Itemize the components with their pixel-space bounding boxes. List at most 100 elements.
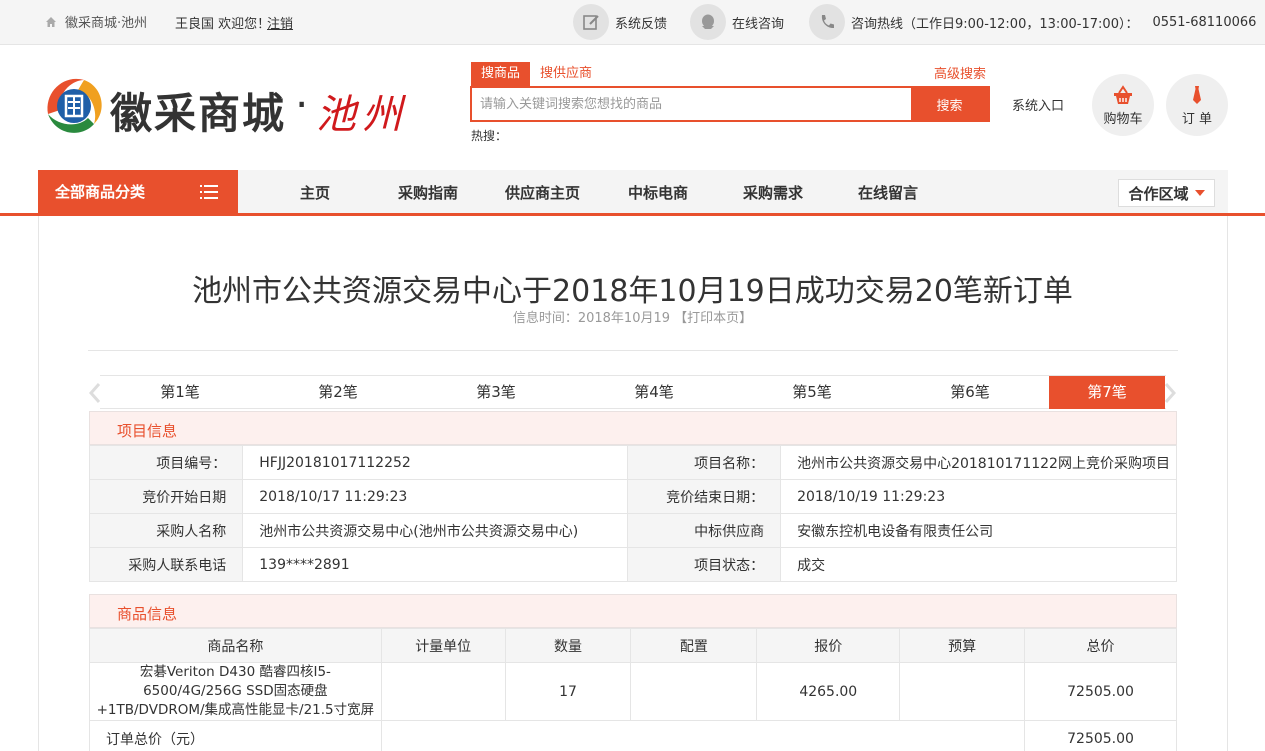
feedback-link[interactable]: 系统反馈 — [573, 4, 667, 40]
site-logo[interactable]: 徽采商城 · 池州 — [38, 70, 408, 140]
hotline: 咨询热线（工作日9:00-12:00，13:00-17:00）： 0551-68… — [809, 4, 1256, 40]
nav-home[interactable]: 主页 — [300, 182, 330, 203]
bid-end-label: 竞价结束日期： — [626, 479, 782, 514]
article-meta: 信息时间：2018年10月19 【打印本页】 — [512, 311, 753, 326]
order-total-label: 订单总价（元） — [89, 720, 382, 751]
chevron-right-icon[interactable] — [1163, 382, 1177, 404]
order-tab-2[interactable]: 第2笔 — [280, 376, 396, 409]
quantity-cell: 17 — [504, 662, 632, 721]
goods-name-cell: 宏碁Veriton D430 酷睿四核I5-6500/4G/256G SSD固态… — [89, 662, 382, 721]
order-tab-7[interactable]: 第7笔 — [1049, 376, 1165, 409]
project-name-value: 池州市公共资源交易中心201810171122网上竞价采购项目 — [780, 445, 1177, 480]
online-consult-label: 在线咨询 — [732, 16, 785, 32]
menu-icon — [200, 185, 218, 199]
nav-purchase-demand[interactable]: 采购需求 — [743, 182, 803, 203]
home-label: 徽采商城·池州 — [65, 16, 148, 31]
project-name-label: 项目名称： — [626, 445, 782, 480]
top-bar: 徽采商城·池州 王良国 欢迎您！ 注销 系统反馈 在线咨询 咨询热线（工作日9:… — [0, 0, 1265, 45]
purchaser-name-value: 池州市公共资源交易中心(池州市公共资源交易中心) — [242, 513, 628, 548]
table-row: 采购人联系电话 139****2891 项目状态： 成交 — [88, 547, 1177, 582]
search-tabs: 搜商品 搜供应商 — [471, 62, 602, 86]
order-total-value: 72505.00 — [1024, 720, 1177, 751]
nav-supplier-home[interactable]: 供应商主页 — [505, 182, 580, 203]
order-button[interactable]: 订 单 — [1166, 74, 1228, 136]
order-tab-1[interactable]: 第1笔 — [122, 376, 238, 409]
cart-button[interactable]: 购物车 — [1092, 74, 1154, 136]
purchaser-name-label: 采购人名称 — [88, 513, 244, 548]
system-entry-link[interactable]: 系统入口 — [1012, 95, 1064, 114]
tie-icon — [1193, 85, 1201, 104]
purchaser-phone-label: 采购人联系电话 — [88, 547, 244, 582]
unit-cell — [380, 662, 506, 721]
logout-link[interactable]: 注销 — [267, 13, 293, 32]
winning-supplier-value: 安徽东控机电设备有限责任公司 — [780, 513, 1177, 548]
project-info-title: 项目信息 — [117, 422, 178, 440]
goods-info-title: 商品信息 — [117, 605, 178, 623]
project-status-label: 项目状态： — [626, 547, 782, 582]
logo-text: 徽采商城 — [110, 89, 287, 138]
nav-background — [238, 170, 1228, 213]
bid-end-value: 2018/10/19 11:29:23 — [780, 479, 1177, 514]
price-cell: 4265.00 — [756, 662, 901, 721]
table-header-row: 商品名称 计量单位 数量 配置 报价 预算 总价 — [89, 628, 1177, 663]
hotline-label: 咨询热线（工作日9:00-12:00，13:00-17:00）： — [851, 16, 1139, 32]
bid-start-value: 2018/10/17 11:29:23 — [242, 479, 628, 514]
caret-down-icon — [1194, 190, 1205, 196]
winning-supplier-label: 中标供应商 — [626, 513, 782, 548]
order-label: 订 单 — [1181, 111, 1213, 127]
all-categories-label: 全部商品分类 — [55, 183, 146, 201]
purchaser-phone-value: 139****2891 — [242, 547, 628, 582]
table-row: 采购人名称 池州市公共资源交易中心(池州市公共资源交易中心) 中标供应商 安徽东… — [88, 513, 1177, 548]
hotline-number: 0551-68110066 — [1152, 14, 1257, 30]
table-row: 宏碁Veriton D430 酷睿四核I5-6500/4G/256G SSD固态… — [89, 662, 1177, 721]
logo-emblem-icon — [47, 78, 102, 133]
nav-online-message[interactable]: 在线留言 — [858, 182, 918, 203]
search-box: 搜索 — [470, 86, 990, 122]
online-consult-link[interactable]: 在线咨询 — [690, 4, 784, 40]
project-id-value: HFJJ20181017112252 — [242, 445, 628, 480]
cooperation-region-dropdown[interactable]: 合作区域 — [1118, 179, 1215, 207]
cooperation-region-label: 合作区域 — [1128, 184, 1189, 203]
order-total-spacer — [380, 720, 1026, 751]
col-config: 配置 — [630, 628, 758, 663]
title-divider — [88, 350, 1178, 351]
col-price: 报价 — [756, 628, 901, 663]
logo-city: 池州 — [316, 92, 408, 138]
nav-purchase-guide[interactable]: 采购指南 — [398, 182, 458, 203]
col-quantity: 数量 — [504, 628, 632, 663]
search-input[interactable] — [472, 88, 911, 120]
user-greeting: 王良国 欢迎您！ — [175, 17, 271, 32]
hot-search-label: 热搜： — [471, 129, 508, 143]
config-cell — [630, 662, 758, 721]
budget-cell — [899, 662, 1026, 721]
logo-dot: · — [295, 80, 309, 129]
col-goods-name: 商品名称 — [89, 628, 382, 663]
home-link[interactable]: 徽采商城·池州 — [45, 12, 147, 31]
search-tab-goods[interactable]: 搜商品 — [471, 62, 531, 86]
bid-start-label: 竞价开始日期 — [88, 479, 244, 514]
search-tab-supplier[interactable]: 搜供应商 — [530, 62, 602, 86]
advanced-search-link[interactable]: 高级搜索 — [934, 63, 986, 82]
goods-info-header: 商品信息 — [89, 594, 1177, 628]
project-status-value: 成交 — [780, 547, 1177, 582]
all-categories-button[interactable]: 全部商品分类 — [38, 170, 238, 213]
nav-winning-ecommerce[interactable]: 中标电商 — [628, 182, 688, 203]
total-cell: 72505.00 — [1024, 662, 1177, 721]
order-tab-3[interactable]: 第3笔 — [438, 376, 554, 409]
order-total-row: 订单总价（元） 72505.00 — [89, 720, 1177, 751]
search-button[interactable]: 搜索 — [911, 88, 988, 120]
order-tab-4[interactable]: 第4笔 — [596, 376, 712, 409]
chat-icon — [690, 4, 726, 40]
page-title: 池州市公共资源交易中心于2018年10月19日成功交易20笔新订单 — [192, 274, 1073, 309]
col-unit: 计量单位 — [380, 628, 506, 663]
col-budget: 预算 — [899, 628, 1026, 663]
feedback-label: 系统反馈 — [615, 16, 668, 32]
order-tab-6[interactable]: 第6笔 — [912, 376, 1028, 409]
table-row: 竞价开始日期 2018/10/17 11:29:23 竞价结束日期： 2018/… — [88, 479, 1177, 514]
order-tabs: 第1笔 第2笔 第3笔 第4笔 第5笔 第6笔 第7笔 — [100, 375, 1166, 409]
order-tab-5[interactable]: 第5笔 — [754, 376, 870, 409]
project-id-label: 项目编号： — [88, 445, 244, 480]
phone-icon — [809, 4, 845, 40]
basket-icon — [1114, 84, 1132, 104]
project-info-header: 项目信息 — [89, 411, 1177, 445]
